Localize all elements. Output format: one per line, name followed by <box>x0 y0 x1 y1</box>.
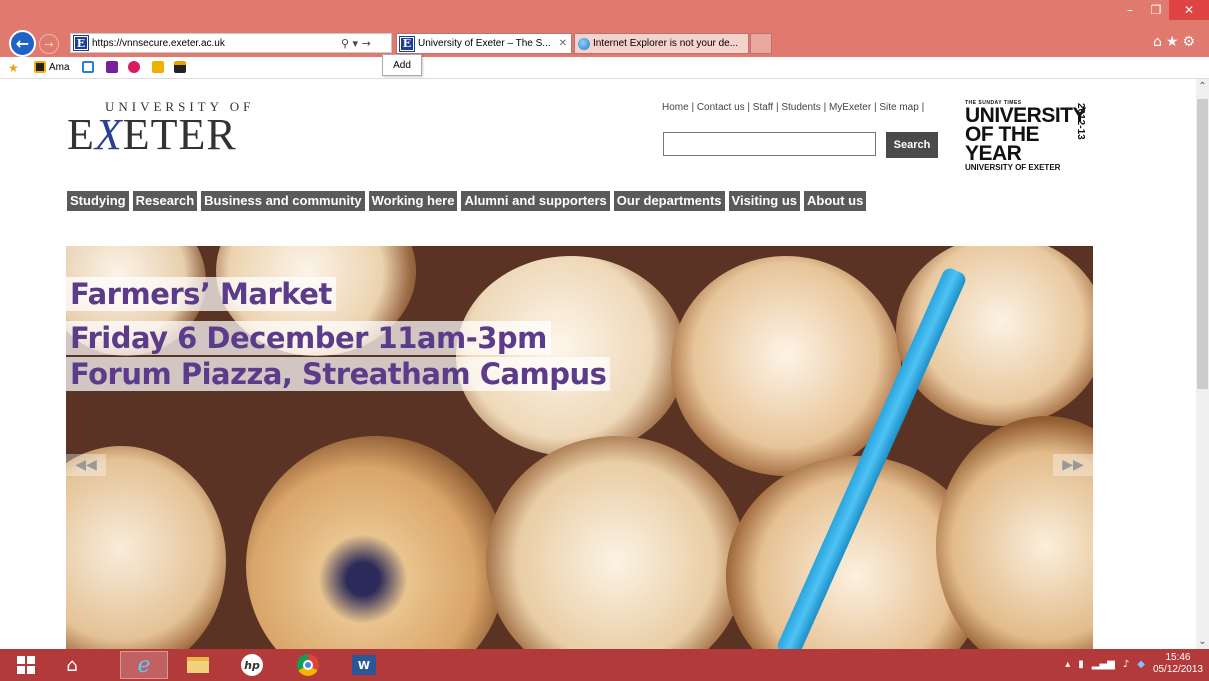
exeter-favicon-icon: E <box>400 36 414 51</box>
muffin-image <box>936 416 1093 649</box>
network-icon[interactable]: ▂▄▆ <box>1092 659 1115 670</box>
search-button[interactable]: Search <box>886 132 938 158</box>
device-icon[interactable]: ▮ <box>1078 659 1084 670</box>
logo-letter: E <box>67 110 95 159</box>
yahoo-icon <box>106 61 118 73</box>
bing-icon <box>82 61 94 73</box>
minimize-icon[interactable]: – <box>1117 0 1143 20</box>
hp-icon[interactable]: hp <box>232 651 272 679</box>
gear-icon[interactable]: ⚙ <box>1182 34 1199 50</box>
next-slide-icon[interactable]: ▶▶ <box>1053 454 1093 476</box>
shopping-bag-icon <box>174 61 186 73</box>
address-url[interactable]: https://vnnsecure.exeter.ac.uk <box>92 38 341 49</box>
close-icon[interactable]: ✕ <box>1169 0 1209 20</box>
dropbox-icon[interactable]: ◆ <box>1137 659 1145 670</box>
favorite-label: Ama <box>49 61 70 73</box>
tab-label: Internet Explorer is not your de... <box>593 38 739 49</box>
taskbar: ⌂ e hp W ▴ ▮ ▂▄▆ ♪ ◆ 15:46 05/12/2013 <box>0 649 1209 681</box>
add-favorite-button[interactable]: Add <box>382 54 422 76</box>
window-controls: – ❐ ✕ <box>1117 0 1209 22</box>
volume-icon[interactable]: ♪ <box>1123 659 1129 670</box>
nav-our-departments[interactable]: Our departments <box>613 191 725 211</box>
web-page: UNIVERSITY OF EXETER Home | Contact us |… <box>0 79 1196 649</box>
favorite-amazon[interactable]: Ama <box>34 61 70 73</box>
university-of-the-year-badge: THE SUNDAY TIMES UNIVERSITY OF THE YEAR … <box>965 101 1095 172</box>
show-hidden-icons-icon[interactable]: ▴ <box>1065 659 1070 670</box>
hero-banner[interactable]: Farmers’ Market Friday 6 December 11am-3… <box>66 246 1093 649</box>
logo-main-text: EXETER <box>67 113 254 157</box>
nav-about-us[interactable]: About us <box>804 191 867 211</box>
system-tray: ▴ ▮ ▂▄▆ ♪ ◆ 15:46 05/12/2013 <box>1065 652 1203 676</box>
scroll-up-icon[interactable]: ⌃ <box>1196 81 1209 92</box>
screen: – ❐ ✕ ← → E https://vnnsecure.exeter.ac.… <box>0 0 1209 681</box>
file-explorer-icon[interactable] <box>178 651 218 679</box>
star-icon[interactable]: ★ <box>1166 34 1183 50</box>
hero-caption-line1: Farmers’ Market <box>66 277 336 311</box>
amazon-icon <box>34 61 46 73</box>
scroll-down-icon[interactable]: ⌄ <box>1196 636 1209 647</box>
lips-icon <box>128 61 140 73</box>
tab-university-of-exeter[interactable]: E University of Exeter – The S... ✕ <box>396 33 572 54</box>
clock-date: 05/12/2013 <box>1152 664 1203 675</box>
nav-business-and-community[interactable]: Business and community <box>201 191 365 211</box>
award-year: 2012-13 <box>1075 103 1086 140</box>
internet-explorer-icon[interactable]: e <box>120 651 168 679</box>
close-tab-icon[interactable]: ✕ <box>559 38 567 49</box>
ie-icon <box>578 37 590 50</box>
address-bar[interactable]: E https://vnnsecure.exeter.ac.uk ⚲ ▾ → <box>70 33 392 53</box>
windows-start-icon[interactable] <box>6 651 46 679</box>
clock-time: 15:46 <box>1165 652 1191 663</box>
logo-rest: ETER <box>122 110 237 159</box>
chrome-icon[interactable] <box>288 651 328 679</box>
hero-caption-line3: Forum Piazza, Streatham Campus <box>66 357 611 391</box>
previous-slide-icon[interactable]: ◀◀ <box>66 454 106 476</box>
search-input[interactable] <box>663 132 876 156</box>
main-navigation: Studying Research Business and community… <box>67 191 867 211</box>
tab-label: University of Exeter – The S... <box>418 38 551 49</box>
home-favorites-settings: ⌂★⚙ <box>1153 34 1199 50</box>
muffin-image <box>486 436 746 649</box>
vertical-scrollbar[interactable]: ⌃ ⌄ <box>1196 79 1209 649</box>
tab-internet-explorer[interactable]: Internet Explorer is not your de... <box>574 33 749 54</box>
hero-caption-line2: Friday 6 December 11am-3pm <box>66 321 551 355</box>
clock[interactable]: 15:46 05/12/2013 <box>1153 652 1203 676</box>
favorite-shop[interactable] <box>174 61 186 73</box>
muffin-image <box>456 256 686 456</box>
favorite-lastminute[interactable] <box>128 61 140 73</box>
home-icon[interactable]: ⌂ <box>52 651 92 679</box>
browser-toolbar: – ❐ ✕ ← → E https://vnnsecure.exeter.ac.… <box>0 0 1209 57</box>
new-tab-button[interactable] <box>750 33 772 54</box>
favorites-star-icon[interactable]: ★ <box>8 61 19 75</box>
muffin-image <box>246 436 506 649</box>
utility-links[interactable]: Home | Contact us | Staff | Students | M… <box>662 102 924 113</box>
word-icon[interactable]: W <box>344 651 384 679</box>
restore-icon[interactable]: ❐ <box>1143 0 1169 20</box>
nav-studying[interactable]: Studying <box>67 191 129 211</box>
muffin-image <box>66 446 226 649</box>
favorites-bar: ★ Ama <box>0 57 1209 79</box>
logo-x: X <box>94 110 123 159</box>
exeter-favicon-icon: E <box>74 36 88 50</box>
home-icon[interactable]: ⌂ <box>1153 34 1166 50</box>
scrollbar-thumb[interactable] <box>1197 99 1208 389</box>
back-button[interactable]: ← <box>9 30 36 57</box>
award-foot: UNIVERSITY OF EXETER <box>965 163 1061 172</box>
nav-alumni-and-supporters[interactable]: Alumni and supporters <box>461 191 610 211</box>
favorite-bing[interactable] <box>82 61 94 73</box>
forward-button[interactable]: → <box>39 34 59 54</box>
amazon-icon <box>152 61 164 73</box>
nav-research[interactable]: Research <box>132 191 198 211</box>
favorite-yahoo[interactable] <box>106 61 118 73</box>
nav-visiting-us[interactable]: Visiting us <box>728 191 801 211</box>
university-logo[interactable]: UNIVERSITY OF EXETER <box>67 99 254 157</box>
search-refresh-icons[interactable]: ⚲ ▾ → <box>341 37 391 50</box>
nav-working-here[interactable]: Working here <box>368 191 458 211</box>
favorite-amazon-2[interactable] <box>152 61 164 73</box>
